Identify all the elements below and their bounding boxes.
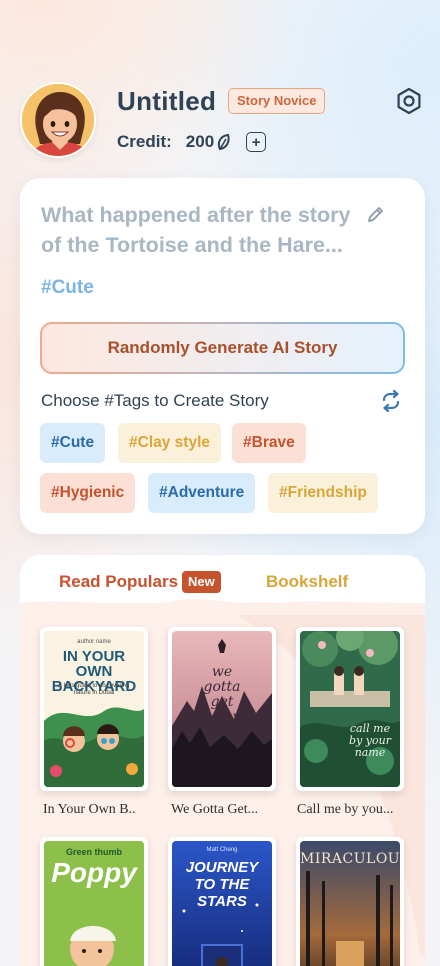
tag-chip-brave[interactable]: #Brave bbox=[232, 423, 306, 463]
cover-title: MIRACULOUS bbox=[300, 851, 400, 867]
add-credit-button[interactable]: + bbox=[246, 132, 267, 152]
tab-bookshelf[interactable]: Bookshelf bbox=[266, 572, 348, 592]
tag-chip-hygienic[interactable]: #Hygienic bbox=[40, 473, 136, 513]
cover-small-text: Matt Cheng bbox=[206, 847, 238, 853]
generate-story-button[interactable]: Randomly Generate AI Story bbox=[40, 322, 405, 374]
avatar[interactable] bbox=[20, 82, 96, 158]
book-title[interactable]: Call me by you... bbox=[297, 802, 417, 818]
cover-title: Poppy bbox=[51, 857, 137, 888]
book-title[interactable]: In Your Own B.. bbox=[43, 802, 163, 818]
settings-icon[interactable] bbox=[395, 87, 423, 115]
story-card: What happened after the story of the Tor… bbox=[20, 178, 425, 534]
new-badge: New bbox=[182, 571, 221, 593]
tag-chip-clay-style[interactable]: #Clay style bbox=[118, 423, 221, 463]
cover-small-text: author name bbox=[77, 639, 111, 645]
book-card-in-your-own-backyard[interactable]: author name In Your Own Backyard a kids … bbox=[40, 627, 148, 791]
credit-label: Credit: bbox=[117, 132, 172, 151]
rank-badge: Story Novice bbox=[228, 88, 326, 114]
tag-chip-friendship[interactable]: #Friendship bbox=[268, 473, 378, 513]
cover-small-text: Green thumb bbox=[65, 847, 122, 857]
cover-title: call me by your name bbox=[349, 722, 391, 759]
book-title[interactable]: We Gotta Get... bbox=[171, 802, 291, 818]
book-card-miraculous[interactable]: MIRACULOUS bbox=[296, 837, 404, 966]
story-prompt-input[interactable]: What happened after the story of the Tor… bbox=[41, 200, 361, 260]
credit-row: Credit: 200 + bbox=[117, 132, 267, 152]
tag-chip-adventure[interactable]: #Adventure bbox=[148, 473, 256, 513]
cover-title: JOURNEY TO THE STARS bbox=[185, 859, 259, 910]
edit-icon[interactable] bbox=[366, 204, 386, 224]
book-card-call-me-by-your-name[interactable]: call me by your name bbox=[296, 627, 404, 791]
user-name: Untitled bbox=[117, 86, 217, 116]
choose-tags-label: Choose #Tags to Create Story bbox=[41, 391, 269, 410]
leaf-icon bbox=[218, 133, 230, 151]
book-card-we-gotta-get-away[interactable]: we gotta get away bbox=[168, 627, 276, 791]
refresh-icon[interactable] bbox=[380, 390, 402, 412]
cover-title: we gotta get away bbox=[203, 664, 241, 725]
library-section: Read Populars New Bookshelf author name … bbox=[20, 555, 425, 966]
tag-chip-cute[interactable]: #Cute bbox=[40, 423, 106, 463]
credit-value: 200 bbox=[185, 132, 215, 151]
book-card-journey-to-the-stars[interactable]: Matt Cheng JOURNEY TO THE STARS bbox=[168, 837, 276, 966]
cover-subtitle: a kids guide to discovering nature in Du… bbox=[58, 683, 130, 696]
tab-read-populars[interactable]: Read Populars bbox=[59, 572, 178, 592]
selected-tag: #Cute bbox=[41, 277, 94, 298]
book-card-poppy[interactable]: Green thumb Poppy bbox=[40, 837, 148, 966]
